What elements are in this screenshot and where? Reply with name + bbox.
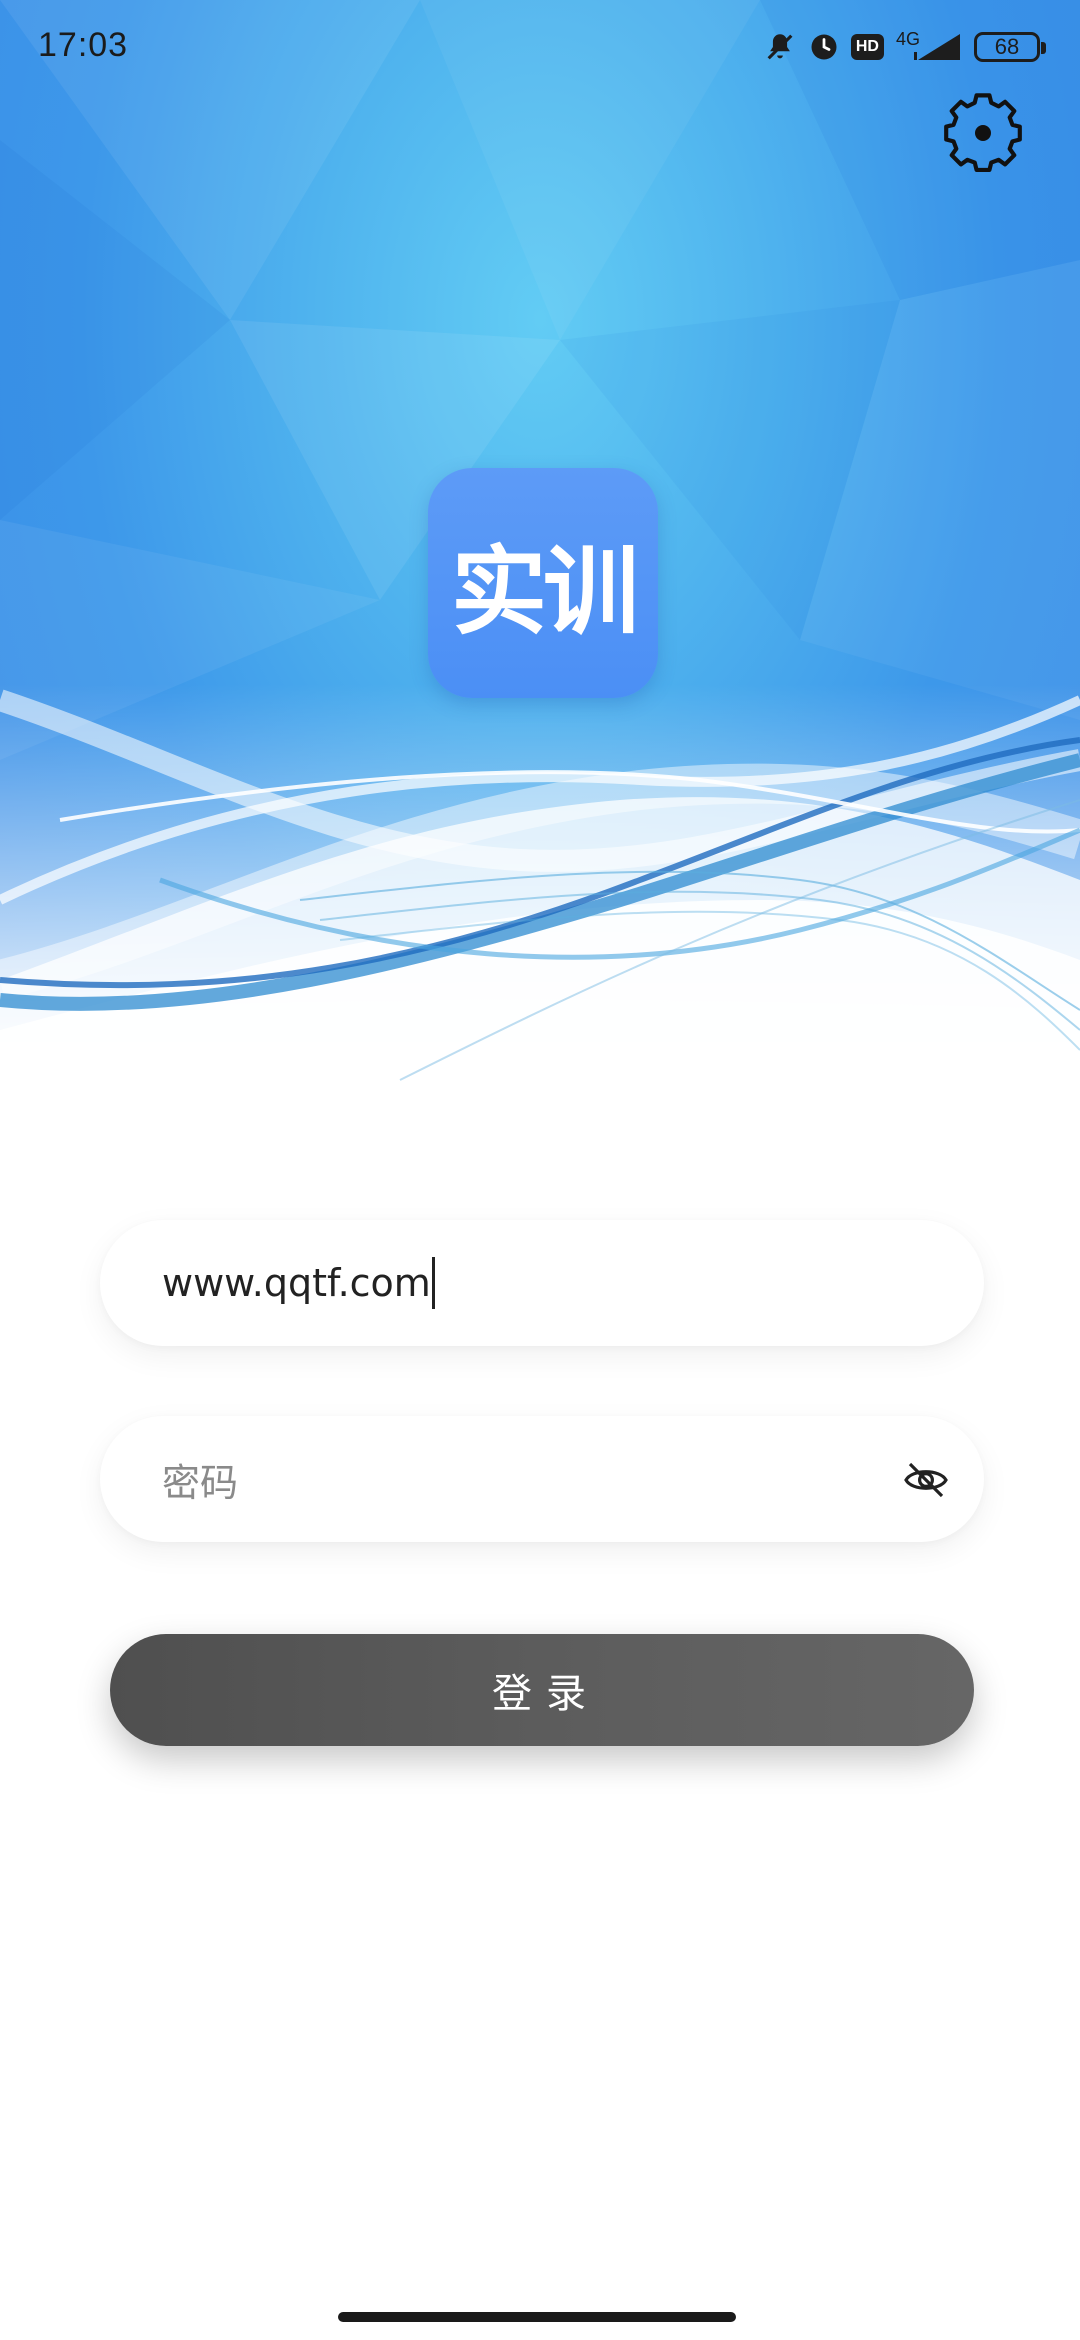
- network-type-label: 4G: [895, 28, 920, 49]
- home-indicator[interactable]: [338, 2312, 736, 2322]
- settings-button[interactable]: [940, 90, 1026, 176]
- gear-icon: [944, 93, 1022, 172]
- username-field[interactable]: www.qqtf.com: [100, 1220, 984, 1346]
- eye-off-icon: [904, 1462, 948, 1498]
- clock-icon: [809, 32, 839, 62]
- password-visibility-toggle[interactable]: [902, 1456, 950, 1504]
- status-time: 17:03: [38, 26, 129, 64]
- password-field[interactable]: 密码: [100, 1416, 984, 1542]
- app-logo: 实训: [428, 468, 658, 698]
- username-value: www.qqtf.com: [162, 1261, 431, 1305]
- status-bar: 17:03 HD 4G 68: [0, 0, 1080, 96]
- login-screen: 17:03 HD 4G 68 实训 www.qqtf.com 密码 登录: [0, 0, 1080, 2340]
- app-logo-text: 实训: [451, 535, 639, 648]
- password-placeholder: 密码: [162, 1460, 239, 1505]
- bell-muted-icon: [763, 30, 797, 64]
- signal-icon: 4G: [895, 28, 962, 62]
- status-icons: HD 4G 68: [763, 26, 1046, 68]
- battery-icon: 68: [974, 32, 1046, 62]
- login-button[interactable]: 登录: [110, 1634, 974, 1746]
- text-cursor: [431, 1257, 435, 1309]
- hd-icon: HD: [850, 34, 884, 60]
